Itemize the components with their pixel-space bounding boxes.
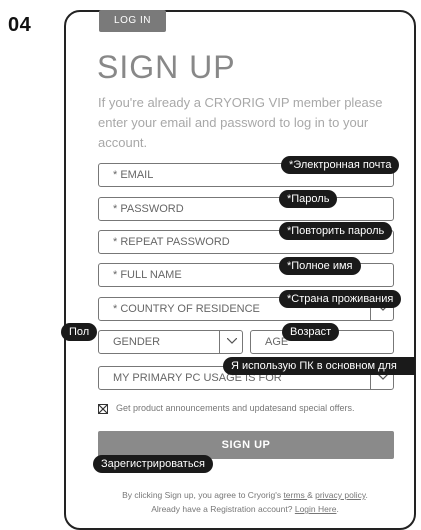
terms-text: By clicking Sign up, you agree to Cryori… [70, 488, 420, 516]
gender-placeholder: GENDER [113, 336, 161, 348]
annotation-gender: Пол [61, 323, 98, 341]
terms-end: . [336, 504, 339, 514]
terms-amp: & [307, 490, 316, 500]
country-placeholder: * COUNTRY OF RESIDENCE [113, 303, 260, 315]
page-title: SIGN UP [97, 49, 236, 85]
password-field[interactable]: * PASSWORD [98, 197, 394, 221]
terms-prefix: By clicking Sign up, you agree to Cryori… [122, 490, 284, 500]
intro-text: If you're already a CRYORIG VIP member p… [98, 95, 383, 150]
annotation-email: *Электронная почта [281, 156, 400, 174]
login-here-link[interactable]: Login Here [295, 504, 337, 514]
check-x-icon [98, 404, 108, 414]
already-registered-text: Already have a Registration account? [151, 504, 295, 514]
gender-select[interactable]: GENDER [98, 330, 243, 354]
annotation-age: Возраст [282, 323, 340, 341]
announcements-checkbox[interactable] [98, 404, 108, 414]
annotation-signup: Зарегистрироваться [93, 455, 214, 473]
full-name-placeholder: * FULL NAME [113, 269, 182, 281]
terms-suffix: . [365, 490, 368, 500]
login-button[interactable]: LOG IN [99, 10, 166, 32]
privacy-policy-link[interactable]: privacy policy [315, 490, 365, 500]
annotation-repeat-password: *Повторить пароль [279, 222, 393, 240]
annotation-country: *Страна проживания [279, 290, 402, 308]
step-number: 04 [8, 14, 32, 36]
gender-dropdown-arrow[interactable] [219, 330, 243, 354]
annotation-password: *Пароль [279, 190, 338, 208]
email-placeholder: * EMAIL [113, 169, 154, 181]
terms-link[interactable]: terms [283, 490, 307, 500]
terms-line-2: Already have a Registration account? Log… [70, 502, 420, 516]
password-placeholder: * PASSWORD [113, 203, 184, 215]
announcements-label: Get product announcements and updatesand… [116, 403, 355, 413]
annotation-pc-usage: Я использую ПК в основном для [223, 357, 415, 375]
repeat-password-placeholder: * REPEAT PASSWORD [113, 236, 230, 248]
terms-line-1: By clicking Sign up, you agree to Cryori… [70, 488, 420, 502]
annotation-full-name: *Полное имя [279, 257, 361, 275]
chevron-down-icon [227, 338, 237, 344]
